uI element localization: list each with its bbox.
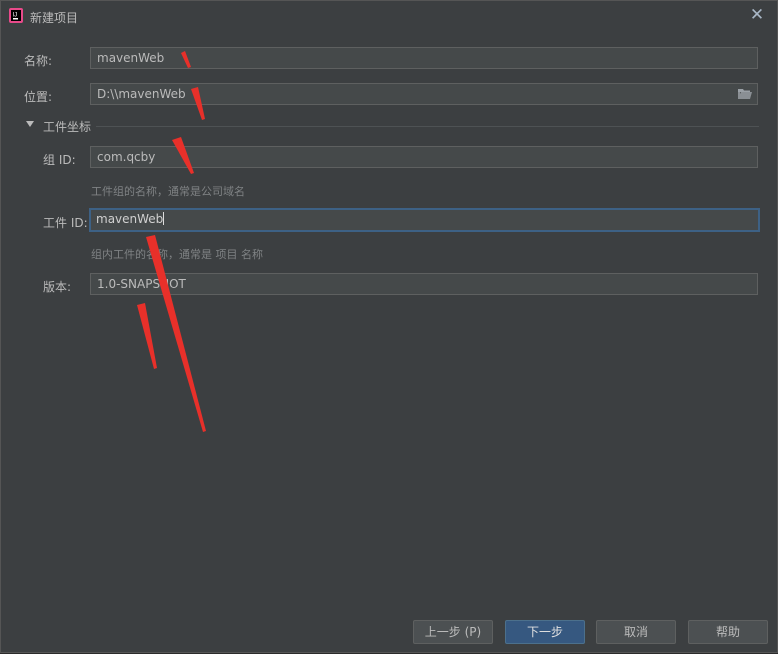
artifact-id-input[interactable]: mavenWeb	[89, 208, 760, 232]
artifact-id-value: mavenWeb	[96, 212, 164, 226]
close-icon[interactable]: ✕	[747, 5, 767, 25]
text-caret	[163, 212, 165, 225]
artifact-id-hint: 组内工件的名称，通常是 项目 名称	[91, 248, 263, 261]
name-input[interactable]	[90, 47, 758, 69]
title-bar: IJ 新建项目 ✕	[1, 1, 777, 31]
window-title: 新建项目	[30, 11, 79, 25]
name-label: 名称:	[24, 54, 53, 68]
annotation-arrow	[146, 235, 206, 432]
help-button[interactable]: 帮助	[688, 620, 768, 644]
section-divider	[96, 126, 759, 127]
version-label: 版本:	[43, 280, 72, 294]
group-id-input[interactable]	[90, 146, 758, 168]
collapse-triangle-icon[interactable]	[25, 119, 35, 129]
app-icon: IJ	[9, 8, 23, 23]
new-project-dialog: IJ 新建项目 ✕ 名称: 位置: D:\\mavenWeb 工件坐标 组 ID…	[0, 0, 778, 653]
location-label: 位置:	[24, 90, 53, 104]
next-button[interactable]: 下一步	[505, 620, 585, 644]
location-input[interactable]: D:\\mavenWeb	[90, 83, 758, 105]
version-input[interactable]	[90, 273, 758, 295]
group-id-hint: 工件组的名称，通常是公司域名	[91, 185, 245, 198]
location-value: D:\\mavenWeb	[97, 87, 186, 101]
cancel-button[interactable]: 取消	[596, 620, 676, 644]
group-id-label: 组 ID:	[43, 153, 76, 167]
annotation-arrow	[137, 303, 157, 369]
previous-button[interactable]: 上一步 (P)	[413, 620, 493, 644]
section-artifact-coordinates[interactable]: 工件坐标	[43, 118, 91, 135]
folder-icon[interactable]	[738, 88, 752, 100]
svg-text:IJ: IJ	[13, 13, 18, 19]
artifact-id-label: 工件 ID:	[43, 216, 88, 230]
